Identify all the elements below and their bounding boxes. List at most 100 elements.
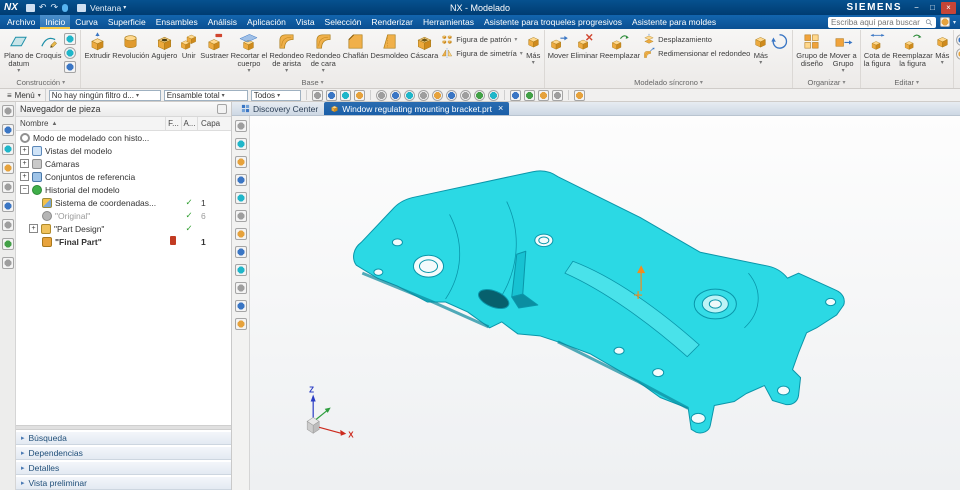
edit-section-icon[interactable] xyxy=(234,264,247,276)
replace-face-button[interactable]: Reemplazar xyxy=(599,30,641,60)
selection-filter-dropdown[interactable]: No hay ningún filtro d... ▾ xyxy=(48,89,161,101)
group-label-base[interactable]: Base ▾ xyxy=(83,76,541,88)
hole-button[interactable]: Agujero xyxy=(150,30,178,60)
menu-tab-seleccion[interactable]: Selección xyxy=(320,15,367,29)
collapse-icon[interactable]: − xyxy=(20,185,29,194)
menu-tab-analisis[interactable]: Análisis xyxy=(203,15,242,29)
save-icon[interactable] xyxy=(25,3,35,12)
graphics-window[interactable]: Z X xyxy=(250,116,960,490)
ribbon-options-icon[interactable]: ▾ xyxy=(953,19,956,26)
datum-csys-icon[interactable] xyxy=(64,33,77,45)
offset-region-button[interactable]: Desplazamiento xyxy=(643,33,750,45)
navigator-column-header[interactable]: Nombre ▲ F... A... Capa xyxy=(16,117,231,131)
menu-tab-asistente-moldes[interactable]: Asistente para moldes xyxy=(627,15,721,29)
section-vista-preliminar[interactable]: ▸ Vista preliminar xyxy=(16,477,231,490)
zoom-icon[interactable] xyxy=(234,156,247,168)
group-label-repetir[interactable]: ▾Repe... xyxy=(956,76,960,88)
orient-view-icon[interactable] xyxy=(234,210,247,222)
tree-row-model-history[interactable]: − Historial del modelo xyxy=(16,183,231,196)
menu-tab-ensambles[interactable]: Ensambles xyxy=(151,15,203,29)
delete-face-button[interactable]: Eliminar xyxy=(570,30,599,60)
process-studio-icon[interactable] xyxy=(1,238,14,250)
fit-view-icon[interactable] xyxy=(234,138,247,150)
tree-row-reference-sets[interactable]: + Conjuntos de referencia xyxy=(16,170,231,183)
pattern-feature-button[interactable]: Figura de patrón ▾ xyxy=(441,33,522,45)
pan-icon[interactable] xyxy=(234,174,247,186)
select-face-icon[interactable] xyxy=(325,89,337,101)
snap-endpoint-icon[interactable] xyxy=(389,89,401,101)
replace-feature-button[interactable]: Reemplazar la figura xyxy=(891,30,933,68)
refresh-view-icon[interactable] xyxy=(234,120,247,132)
close-button[interactable]: × xyxy=(941,1,956,14)
extrude-button[interactable]: Extrudir xyxy=(83,30,111,60)
face-blend-button[interactable]: Redondeo de cara ▾ xyxy=(305,30,342,74)
snap-existing-point-icon[interactable] xyxy=(459,89,471,101)
menu-tab-archivo[interactable]: Archivo xyxy=(2,15,40,29)
tree-row-original[interactable]: "Original" ✓ 6 xyxy=(16,209,231,222)
base-more-button[interactable]: Más ▾ xyxy=(525,30,542,66)
web-browser-icon[interactable] xyxy=(1,200,14,212)
chamfer-button[interactable]: Chaflán xyxy=(342,30,370,60)
assembly-navigator-icon[interactable] xyxy=(1,124,14,136)
expand-icon[interactable]: + xyxy=(20,172,29,181)
menu-tab-renderizar[interactable]: Renderizar xyxy=(366,15,418,29)
move-to-group-button[interactable]: Mover a Grupo ▾ xyxy=(829,30,858,74)
feature-dimension-button[interactable]: Cota de la figura xyxy=(863,30,892,68)
history-palette-icon[interactable] xyxy=(1,219,14,231)
selection-scope-dropdown[interactable]: Ensamble total ▾ xyxy=(163,89,248,101)
unite-button[interactable]: Unir xyxy=(178,30,199,60)
snap-quadrant-icon[interactable] xyxy=(445,89,457,101)
model-body[interactable] xyxy=(353,170,845,434)
revolve-button[interactable]: Revolución xyxy=(111,30,150,60)
tab-part-window-bracket[interactable]: Window regulating mounting bracket.prt × xyxy=(324,102,510,115)
tree-row-csys[interactable]: Sistema de coordenadas... ✓ 1 xyxy=(16,196,231,209)
snap-point-on-face-icon[interactable] xyxy=(487,89,499,101)
menu-tab-inicio[interactable]: Inicio xyxy=(40,15,71,29)
rotate-view-icon[interactable] xyxy=(234,192,247,204)
snap-midpoint-icon[interactable] xyxy=(403,89,415,101)
show-hide-icon[interactable] xyxy=(509,89,521,101)
command-search-box[interactable] xyxy=(827,16,936,28)
subtract-button[interactable]: Sustraer xyxy=(199,30,229,60)
undo-icon[interactable]: ↶ xyxy=(39,3,47,12)
mirror-feature-button[interactable]: Figura de simetría ▾ xyxy=(441,47,523,59)
menu-tab-aplicacion[interactable]: Aplicación xyxy=(242,15,291,29)
menu-tab-herramientas[interactable]: Herramientas xyxy=(418,15,479,29)
design-group-button[interactable]: Grupo de diseño xyxy=(795,30,828,68)
wireframe-toggle-icon[interactable] xyxy=(523,89,535,101)
menu-tab-curva[interactable]: Curva xyxy=(70,15,103,29)
section-dependencias[interactable]: ▸ Dependencias xyxy=(16,447,231,460)
editar-more-button[interactable]: Más ▾ xyxy=(934,30,951,66)
group-label-organizar[interactable]: Organizar ▾ xyxy=(795,76,857,88)
point-icon[interactable] xyxy=(64,47,77,59)
annotation-pencil-icon[interactable] xyxy=(573,89,585,101)
snap-point-on-curve-icon[interactable] xyxy=(473,89,485,101)
tree-row-final-part[interactable]: "Final Part" 1 xyxy=(16,235,231,248)
group-label-editar[interactable]: Editar ▾ xyxy=(863,76,951,88)
tree-row-history-mode[interactable]: Modo de modelado con histo... xyxy=(16,131,231,144)
sketch-button[interactable]: Croquis xyxy=(35,30,63,60)
tree-row-model-views[interactable]: + Vistas del modelo xyxy=(16,144,231,157)
snap-point-icon[interactable] xyxy=(375,89,387,101)
microphone-icon[interactable] xyxy=(62,3,68,12)
work-layer-icon[interactable] xyxy=(537,89,549,101)
tab-strip-icon[interactable] xyxy=(1,105,14,117)
close-tab-icon[interactable]: × xyxy=(498,104,503,113)
maximize-button[interactable]: □ xyxy=(925,2,940,14)
measure-icon[interactable] xyxy=(234,300,247,312)
window-menu[interactable]: Ventana ▾ xyxy=(75,3,126,13)
menu-tab-vista[interactable]: Vista xyxy=(291,15,320,29)
part-navigator-icon[interactable] xyxy=(1,162,14,174)
expand-icon[interactable]: + xyxy=(20,159,29,168)
snap-intersection-icon[interactable] xyxy=(417,89,429,101)
menu-tab-superficie[interactable]: Superficie xyxy=(103,15,151,29)
reuse-library-icon[interactable] xyxy=(1,181,14,193)
view-triad[interactable]: Z X xyxy=(306,386,354,440)
select-body-icon[interactable] xyxy=(353,89,365,101)
expand-icon[interactable]: + xyxy=(29,224,38,233)
resize-blend-button[interactable]: Redimensionar el redondeo xyxy=(643,47,750,59)
select-edge-icon[interactable] xyxy=(339,89,351,101)
viewport-canvas[interactable]: Z X xyxy=(250,116,960,490)
roles-icon[interactable] xyxy=(1,257,14,269)
minimize-button[interactable]: − xyxy=(909,2,924,14)
